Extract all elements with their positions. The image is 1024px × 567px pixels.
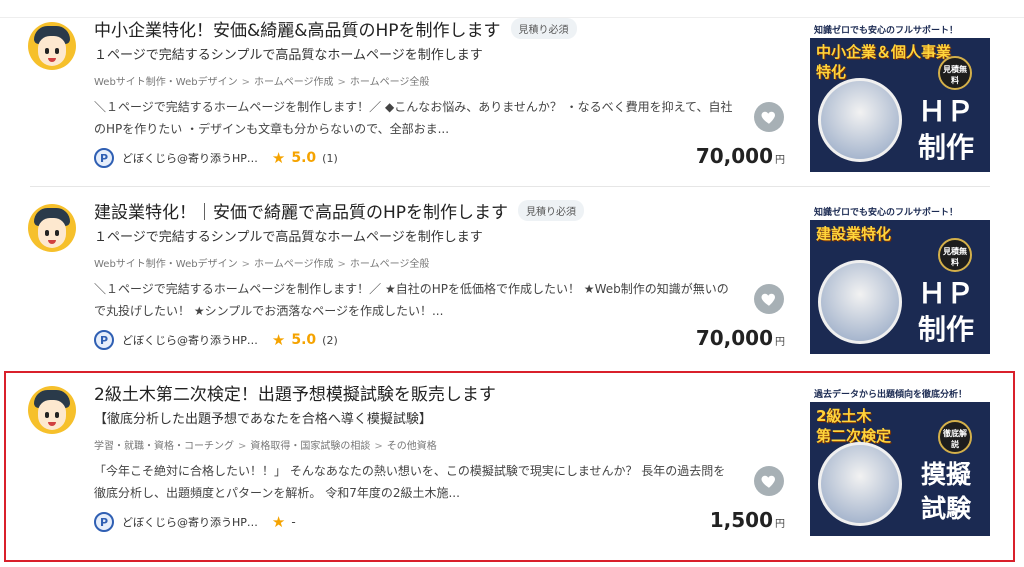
thumbnail-big-text: ＨＰ 制作	[917, 277, 974, 346]
service-subtitle: １ページで完結するシンプルで高品質なホームページを制作します	[94, 48, 483, 63]
pro-badge-icon: P	[94, 148, 114, 168]
seller-name[interactable]: どぼくじら@寄り添うHP…	[122, 514, 258, 530]
service-title[interactable]: 建設業特化！｜安価で綺麗で高品質のHPを制作します	[94, 198, 508, 223]
seller-avatar[interactable]	[28, 386, 76, 434]
currency-label: 円	[775, 519, 785, 530]
thumbnail-photo	[818, 260, 902, 344]
service-title[interactable]: 2級土木第二次検定！出題予想模擬試験を販売します	[94, 380, 496, 405]
service-thumbnail[interactable]: 知識ゼロでも安心のフルサポート！ 建設業特化 見積無料 ＨＰ 制作	[810, 202, 990, 354]
review-count: (2)	[322, 333, 338, 347]
service-thumbnail[interactable]: 知識ゼロでも安心のフルサポート！ 中小企業＆個人事業 特化 見積無料 ＨＰ 制作	[810, 20, 990, 172]
seller-avatar[interactable]	[28, 204, 76, 252]
rating-value: -	[291, 515, 296, 529]
service-description: ＼１ページで完結するホームページを制作します！／ ◆こんなお悩み、ありませんか？…	[94, 100, 733, 136]
seller-avatar[interactable]	[28, 22, 76, 70]
service-description: ＼１ページで完結するホームページを制作します！／ ★自社のHPを低価格で作成した…	[94, 282, 729, 318]
category-breadcrumb: Webサイト制作・Webデザイン > ホームページ作成 > ホームページ全般	[94, 259, 430, 270]
thumbnail-banner: 知識ゼロでも安心のフルサポート！	[810, 202, 990, 220]
breadcrumb-item[interactable]: Webサイト制作・Webデザイン	[94, 77, 238, 88]
currency-label: 円	[775, 155, 785, 166]
service-thumbnail[interactable]: 過去データから出題傾向を徹底分析！ 2級土木 第二次検定 徹底解説 摸擬 試験	[810, 384, 990, 536]
breadcrumb-item[interactable]: 資格取得・国家試験の相談	[250, 441, 370, 452]
thumbnail-big-text: 摸擬 試験	[920, 460, 971, 523]
favorite-heart-button[interactable]	[754, 466, 784, 496]
service-card[interactable]: 2級土木第二次検定！出題予想模擬試験を販売します 【徹底分析した出題予想であなた…	[22, 374, 997, 552]
breadcrumb-item[interactable]: ホームページ全般	[350, 259, 430, 270]
breadcrumb-item[interactable]: ホームページ全般	[350, 77, 430, 88]
breadcrumb-item[interactable]: ホームページ作成	[254, 77, 334, 88]
estimate-required-badge: 見積り必須	[510, 18, 577, 39]
thumbnail-big-text: ＨＰ 制作	[917, 95, 974, 164]
favorite-heart-button[interactable]	[754, 284, 784, 314]
thumbnail-headline: 中小企業＆個人事業 特化	[816, 43, 952, 81]
thumbnail-headline: 建設業特化	[816, 225, 892, 243]
rating-value: 5.0	[291, 332, 317, 348]
seller-info: P どぼくじら@寄り添うHP… ★ 5.0 (2)	[94, 330, 338, 350]
breadcrumb-item[interactable]: Webサイト制作・Webデザイン	[94, 259, 238, 270]
estimate-required-badge: 見積り必須	[518, 200, 585, 221]
service-subtitle: １ページで完結するシンプルで高品質なホームページを制作します	[94, 230, 483, 245]
thumbnail-headline: 2級土木 第二次検定	[816, 407, 892, 445]
seller-name[interactable]: どぼくじら@寄り添うHP…	[122, 150, 258, 166]
heart-icon	[761, 111, 775, 124]
star-icon: ★	[271, 331, 286, 349]
seller-info: P どぼくじら@寄り添うHP… ★ 5.0 (1)	[94, 148, 338, 168]
service-card[interactable]: 中小企業特化！安価&綺麗&高品質のHPを制作します 見積り必須 １ページで完結す…	[22, 10, 997, 188]
thumbnail-seal: 見積無料	[938, 238, 972, 272]
heart-icon	[761, 475, 775, 488]
seller-info: P どぼくじら@寄り添うHP… ★ -	[94, 512, 296, 532]
review-count: (1)	[322, 151, 338, 165]
currency-label: 円	[775, 337, 785, 348]
favorite-heart-button[interactable]	[754, 102, 784, 132]
star-icon: ★	[271, 513, 286, 531]
breadcrumb-item[interactable]: ホームページ作成	[254, 259, 334, 270]
heart-icon	[761, 293, 775, 306]
thumbnail-banner: 知識ゼロでも安心のフルサポート！	[810, 20, 990, 38]
price: 1,500 円	[710, 508, 785, 532]
seller-name[interactable]: どぼくじら@寄り添うHP…	[122, 332, 258, 348]
pro-badge-icon: P	[94, 512, 114, 532]
service-title[interactable]: 中小企業特化！安価&綺麗&高品質のHPを制作します	[94, 16, 501, 41]
thumbnail-seal: 見積無料	[938, 56, 972, 90]
thumbnail-photo	[818, 442, 902, 526]
star-icon: ★	[271, 149, 286, 167]
price-value: 70,000	[695, 326, 773, 350]
service-subtitle: 【徹底分析した出題予想であなたを合格へ導く模擬試験】	[94, 412, 432, 427]
category-breadcrumb: Webサイト制作・Webデザイン > ホームページ作成 > ホームページ全般	[94, 77, 430, 88]
thumbnail-photo	[818, 78, 902, 162]
breadcrumb-item[interactable]: その他資格	[387, 441, 437, 452]
price: 70,000 円	[696, 326, 785, 350]
thumbnail-banner: 過去データから出題傾向を徹底分析！	[810, 384, 990, 402]
card-divider	[30, 186, 990, 187]
price: 70,000 円	[696, 144, 785, 168]
price-value: 1,500	[709, 508, 773, 532]
price-value: 70,000	[695, 144, 773, 168]
category-breadcrumb: 学習・就職・資格・コーチング > 資格取得・国家試験の相談 > その他資格	[94, 441, 437, 452]
breadcrumb-item[interactable]: 学習・就職・資格・コーチング	[94, 441, 234, 452]
thumbnail-seal: 徹底解説	[938, 420, 972, 454]
service-card[interactable]: 建設業特化！｜安価で綺麗で高品質のHPを制作します 見積り必須 １ページで完結す…	[22, 192, 997, 370]
pro-badge-icon: P	[94, 330, 114, 350]
service-description: 「今年こそ絶対に合格したい！！」 そんなあなたの熱い想いを、この模擬試験で現実に…	[94, 464, 726, 500]
rating-value: 5.0	[291, 150, 317, 166]
